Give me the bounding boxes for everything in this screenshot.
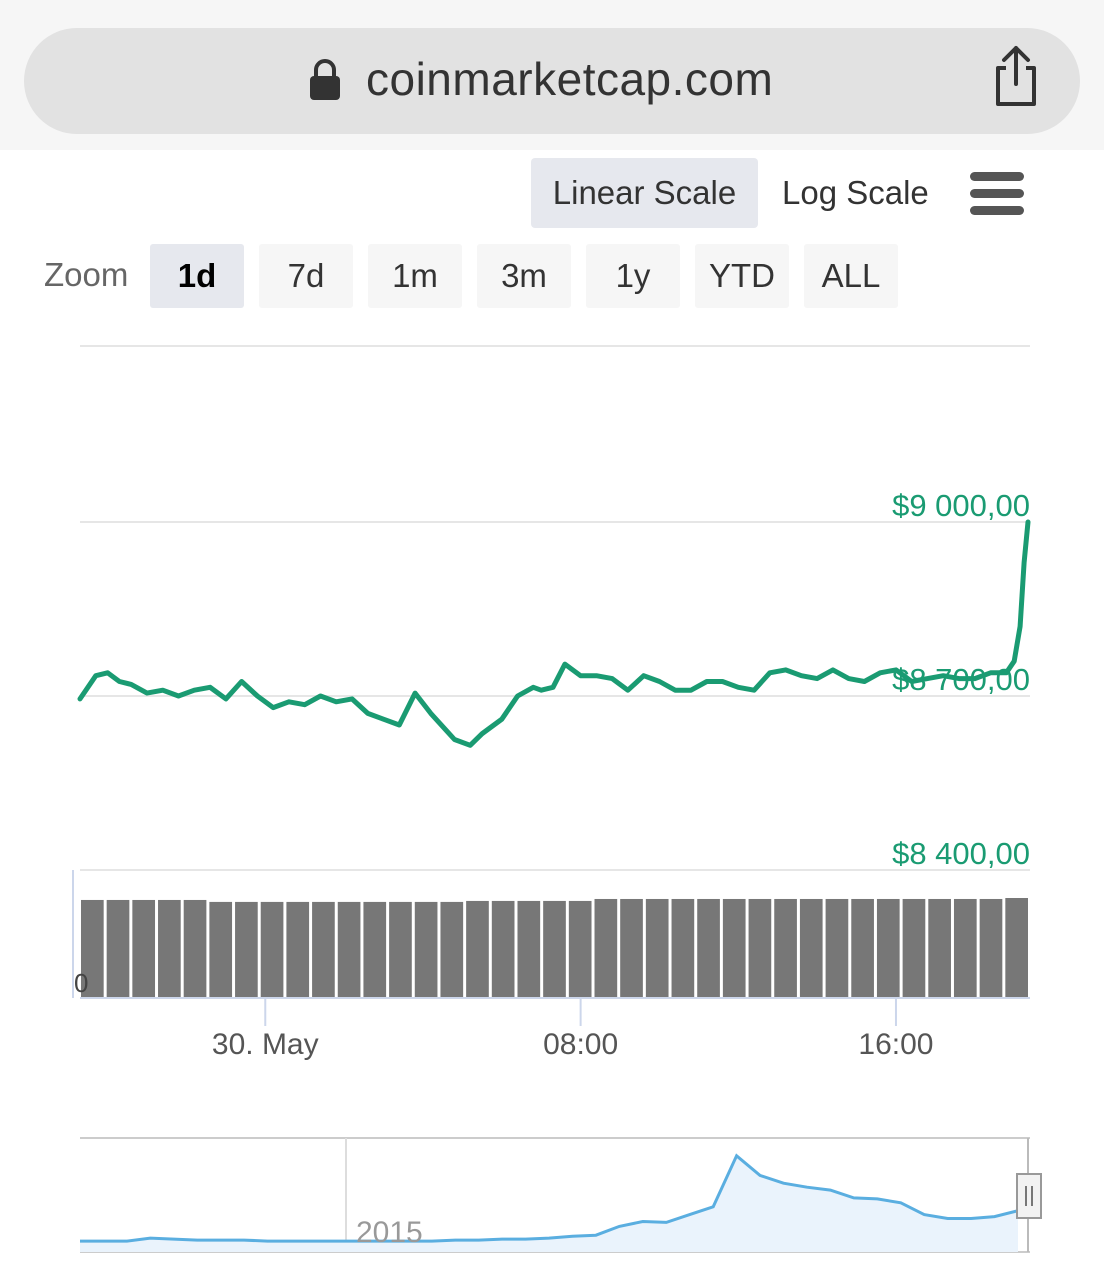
volume-bar: [491, 900, 515, 998]
volume-bar: [979, 898, 1003, 998]
price-line: [77, 519, 1031, 748]
volume-bar: [440, 901, 464, 998]
volume-bars: 0: [72, 870, 1030, 999]
volume-bar: [286, 901, 310, 998]
volume-bar: [876, 898, 900, 998]
grid-lines: [80, 345, 1030, 871]
volume-bar: [132, 899, 156, 998]
navigator-handle[interactable]: [1016, 1173, 1042, 1219]
volume-bar: [106, 899, 130, 998]
volume-bar: [235, 901, 258, 998]
y-axis-label: $8 700,00: [892, 662, 1030, 697]
volume-bar: [1005, 898, 1028, 998]
volume-bar: [825, 898, 849, 998]
volume-bar: [389, 901, 412, 998]
volume-bar: [260, 901, 284, 998]
volume-bar: [953, 898, 977, 998]
volume-zero-label: 0: [74, 968, 88, 998]
volume-bar: [363, 901, 387, 998]
price-series: [77, 519, 1031, 748]
volume-bar: [517, 900, 541, 998]
volume-bar: [902, 898, 926, 998]
volume-bar: [209, 901, 233, 998]
volume-bar: [620, 898, 643, 998]
volume-bar: [568, 900, 592, 998]
volume-bar: [671, 898, 695, 998]
volume-bar: [543, 900, 566, 998]
x-axis-label: 08:00: [543, 1028, 618, 1061]
volume-bar: [645, 898, 669, 998]
volume-bar: [312, 901, 335, 998]
navigator: 2015: [80, 1137, 1042, 1253]
volume-bar: [594, 898, 618, 998]
volume-bar: [774, 898, 797, 998]
volume-bar: [799, 898, 823, 998]
volume-bar: [722, 898, 746, 998]
volume-bar: [337, 901, 361, 998]
volume-bar: [748, 898, 772, 998]
y-axis-label: $8 400,00: [892, 836, 1030, 871]
volume-bar: [414, 901, 438, 998]
x-axis-label: 30. May: [212, 1028, 319, 1061]
volume-bar: [158, 899, 181, 998]
volume-bar: [466, 900, 489, 998]
volume-bar: [928, 898, 951, 998]
x-axis-label: 16:00: [858, 1028, 933, 1061]
price-chart: 0 $9 000,00 $8 700,00 $8 400,00 30. May 08:0…: [72, 345, 1042, 1253]
volume-bar: [851, 898, 874, 998]
y-axis-label: $9 000,00: [892, 488, 1030, 523]
navigator-year-label: 2015: [356, 1216, 423, 1249]
volume-bar: [697, 898, 720, 998]
volume-bar: [183, 899, 207, 998]
